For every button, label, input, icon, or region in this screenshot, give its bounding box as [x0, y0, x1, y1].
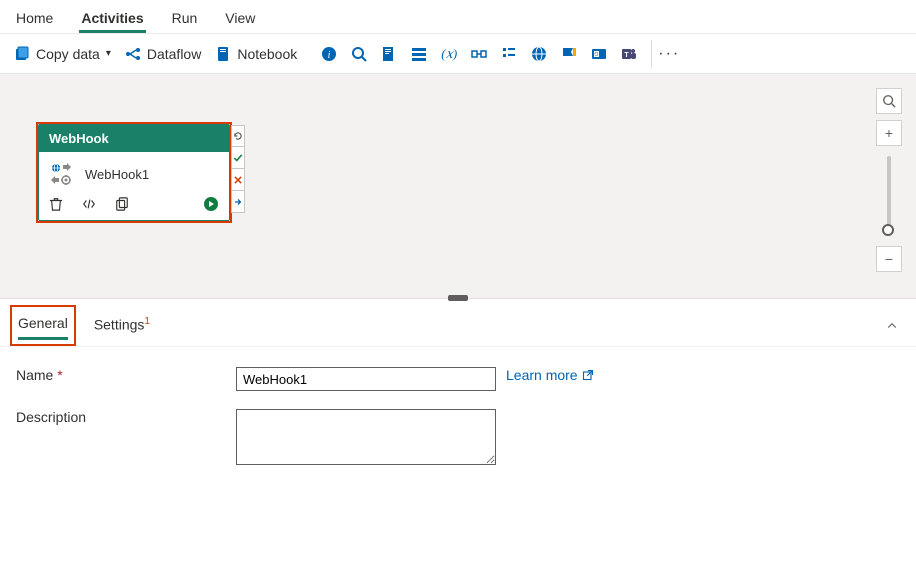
learn-more-label: Learn more [506, 367, 578, 383]
tab-activities[interactable]: Activities [79, 6, 145, 33]
settings-badge: 1 [144, 316, 150, 327]
highlighted-node-wrapper: WebHook WebHook1 [36, 122, 232, 223]
checklist-icon[interactable] [501, 46, 517, 62]
search-icon[interactable] [351, 46, 367, 62]
tab-general[interactable]: General [18, 311, 68, 340]
output-skip-icon[interactable] [231, 191, 245, 213]
highlighted-tab-wrapper: General [10, 305, 76, 346]
node-output-handles [231, 125, 245, 213]
node-header: WebHook [39, 125, 229, 152]
tab-settings-label: Settings [94, 317, 145, 333]
name-label: Name * [16, 367, 236, 383]
code-icon[interactable] [81, 197, 97, 211]
zoom-thumb[interactable] [882, 224, 894, 236]
zoom-out-button[interactable]: − [876, 246, 902, 272]
canvas-search-button[interactable] [876, 88, 902, 114]
learn-more-link[interactable]: Learn more [506, 367, 594, 383]
output-fail-icon[interactable] [231, 169, 245, 191]
more-button[interactable]: ··· [651, 40, 686, 68]
svg-text:i: i [328, 50, 331, 61]
description-label: Description [16, 409, 236, 425]
canvas-zoom-controls: + − [876, 88, 902, 272]
web-icon[interactable] [531, 46, 547, 62]
notebook-label: Notebook [237, 46, 297, 62]
properties-panel-tabs: General Settings1 [0, 299, 916, 347]
copy-data-button[interactable]: Copy data ▾ [14, 46, 111, 62]
tab-view[interactable]: View [223, 6, 257, 33]
tab-home[interactable]: Home [14, 6, 55, 33]
copy-data-icon [14, 46, 30, 62]
copy-data-label: Copy data [36, 46, 100, 62]
dataflow-icon [125, 46, 141, 62]
run-icon[interactable] [203, 196, 219, 212]
lookup-icon[interactable] [471, 46, 487, 62]
general-form: Name * Learn more Description [0, 347, 916, 503]
chevron-down-icon: ▾ [106, 48, 111, 59]
name-label-text: Name [16, 367, 53, 383]
webhook-icon [49, 162, 75, 186]
notebook-icon [215, 46, 231, 62]
collapse-panel-button[interactable] [878, 316, 906, 336]
variable-icon[interactable]: (𝑥) [441, 46, 457, 62]
node-name-label: WebHook1 [85, 167, 149, 182]
flag-icon[interactable] [561, 46, 577, 62]
external-link-icon [582, 369, 594, 381]
output-success-icon[interactable] [231, 147, 245, 169]
pipeline-canvas[interactable]: WebHook WebHook1 [0, 74, 916, 299]
node-footer [39, 192, 229, 220]
teams-icon[interactable]: T [621, 46, 637, 62]
node-body: WebHook1 [39, 152, 229, 192]
copy-icon[interactable] [115, 197, 129, 211]
script-icon[interactable] [381, 46, 397, 62]
dataflow-label: Dataflow [147, 46, 201, 62]
description-input[interactable] [236, 409, 496, 465]
top-tabs: Home Activities Run View [0, 0, 916, 34]
required-asterisk: * [57, 367, 62, 383]
list-icon[interactable] [411, 46, 427, 62]
svg-text:T: T [625, 52, 630, 59]
outlook-icon[interactable]: O [591, 46, 607, 62]
zoom-slider[interactable] [887, 156, 891, 236]
tab-settings[interactable]: Settings1 [94, 312, 150, 339]
zoom-in-button[interactable]: + [876, 120, 902, 146]
delete-icon[interactable] [49, 197, 63, 211]
webhook-node[interactable]: WebHook WebHook1 [38, 124, 230, 221]
name-input[interactable] [236, 367, 496, 391]
notebook-button[interactable]: Notebook [215, 46, 297, 62]
output-retry-icon[interactable] [231, 125, 245, 147]
dataflow-button[interactable]: Dataflow [125, 46, 201, 62]
info-icon[interactable]: i [321, 46, 337, 62]
svg-text:O: O [595, 52, 599, 58]
toolbar: Copy data ▾ Dataflow Notebook i (𝑥) O [0, 34, 916, 74]
tab-run[interactable]: Run [170, 6, 200, 33]
